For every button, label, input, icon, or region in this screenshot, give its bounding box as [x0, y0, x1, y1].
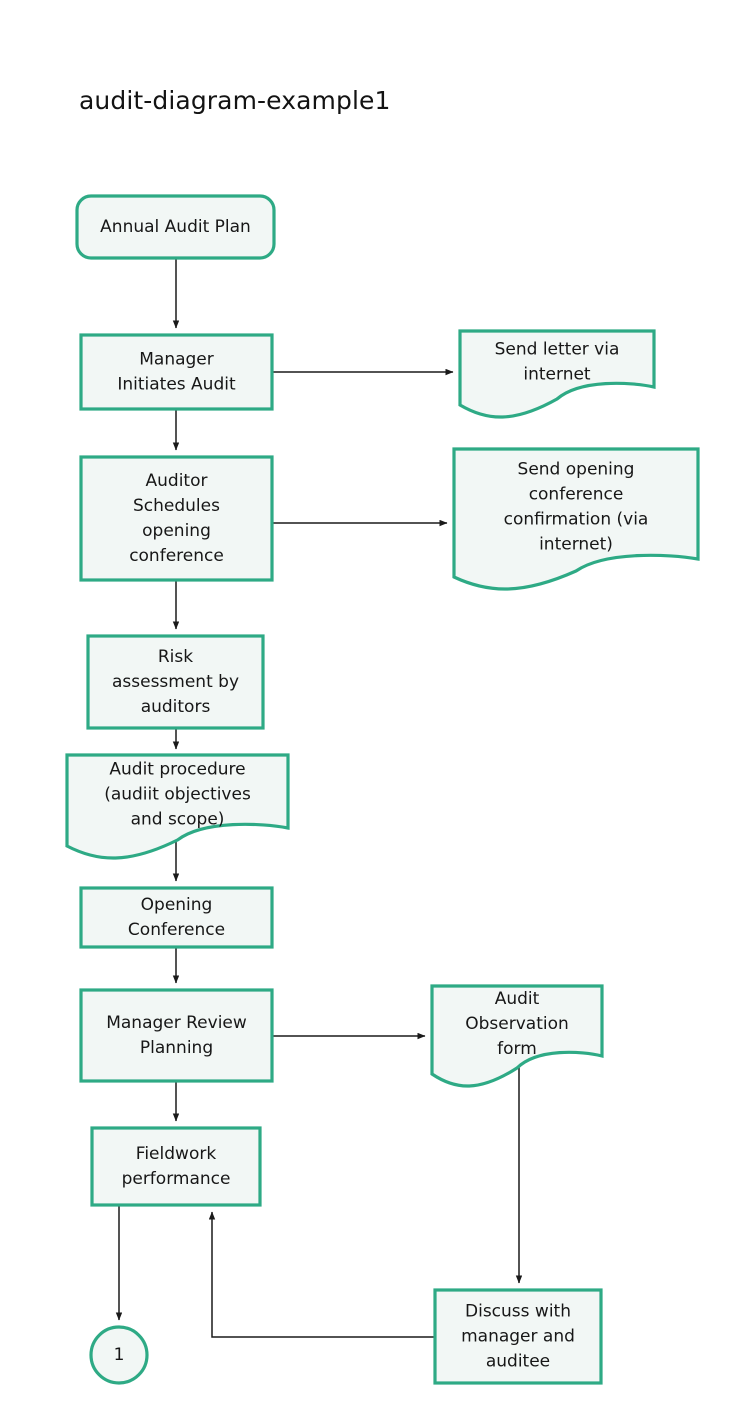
node-label-audit-procedure-line-1: Audit procedure [109, 760, 245, 780]
nodes-layer: Annual Audit Plan Manager Initiates Audit S… [65, 194, 700, 1385]
node-label-audit-observation-form-line-2: Observation [465, 1014, 569, 1034]
node-label-manager-initiates-audit-line-2: Initiates Audit [117, 375, 236, 395]
edge-discuss-with-manager-and-auditee-to-fieldwork-performance [208, 1211, 435, 1338]
node-auditor-schedules-opening-conference[interactable]: Auditor Schedules opening conference [79, 455, 274, 582]
node-label-auditor-schedules-opening-conference-line-3: opening [142, 521, 211, 541]
node-label-fieldwork-performance-line-2: performance [122, 1169, 231, 1189]
node-label-discuss-with-manager-and-auditee-line-1: Discuss with [465, 1302, 571, 1322]
node-label-opening-conference-line-2: Conference [128, 920, 225, 940]
node-label-send-opening-conference-confirmation-line-2: conference [529, 485, 624, 505]
node-shape-rect [79, 333, 274, 411]
node-annual-audit-plan[interactable]: Annual Audit Plan [75, 194, 276, 260]
node-label-discuss-with-manager-and-auditee-line-2: manager and [461, 1327, 575, 1347]
node-label-manager-initiates-audit-line-1: Manager [139, 350, 214, 370]
node-label-discuss-with-manager-and-auditee-line-3: auditee [486, 1352, 550, 1372]
node-label-risk-assessment-by-auditors-line-2: assessment by [112, 672, 239, 692]
node-label-risk-assessment-by-auditors-line-1: Risk [158, 647, 193, 667]
node-audit-procedure[interactable]: Audit procedure (audiit objectives and sco… [65, 753, 290, 860]
node-label-fieldwork-performance-line-1: Fieldwork [136, 1144, 217, 1164]
node-label-auditor-schedules-opening-conference-line-2: Schedules [133, 496, 220, 516]
node-send-letter-via-internet[interactable]: Send letter via internet [458, 329, 656, 419]
node-label-manager-review-planning-line-1: Manager Review [106, 1013, 247, 1033]
node-send-opening-conference-confirmation[interactable]: Send opening conference confirmation (via i… [452, 447, 700, 591]
flowchart-canvas: audit-diagram-example1 Annual Audit Plan… [0, 0, 734, 1423]
node-label-auditor-schedules-opening-conference-line-4: conference [129, 546, 224, 566]
node-discuss-with-manager-and-auditee[interactable]: Discuss with manager and auditee [433, 1288, 603, 1385]
node-label-auditor-schedules-opening-conference-line-1: Auditor [146, 471, 208, 491]
node-manager-review-planning[interactable]: Manager Review Planning [79, 988, 274, 1083]
node-label-send-letter-via-internet-line-2: internet [523, 365, 591, 385]
node-label-send-opening-conference-confirmation-line-3: confirmation (via [504, 510, 649, 530]
node-label-send-opening-conference-confirmation-line-4: internet) [539, 535, 613, 555]
node-label-audit-procedure-line-2: (audiit objectives [104, 785, 251, 805]
node-manager-initiates-audit[interactable]: Manager Initiates Audit [79, 333, 274, 411]
node-label-manager-review-planning-line-2: Planning [140, 1038, 213, 1058]
node-shape-rect [79, 988, 274, 1083]
node-label-send-letter-via-internet-line-1: Send letter via [495, 340, 620, 360]
node-audit-observation-form[interactable]: Audit Observation form [430, 984, 604, 1088]
node-risk-assessment-by-auditors[interactable]: Risk assessment by auditors [86, 634, 265, 730]
node-label-opening-conference-line-1: Opening [141, 895, 213, 915]
node-fieldwork-performance[interactable]: Fieldwork performance [90, 1126, 262, 1207]
node-connector-1[interactable]: 1 [89, 1325, 149, 1385]
node-label-connector-1: 1 [114, 1345, 125, 1365]
node-label-audit-procedure-line-3: and scope) [131, 810, 225, 830]
node-label-audit-observation-form-line-1: Audit [495, 989, 540, 1009]
node-shape-rect [90, 1126, 262, 1207]
node-label-risk-assessment-by-auditors-line-3: auditors [141, 697, 211, 717]
node-label-audit-observation-form-line-3: form [497, 1039, 537, 1059]
node-label-send-opening-conference-confirmation-line-1: Send opening [518, 460, 635, 480]
node-opening-conference[interactable]: Opening Conference [79, 886, 274, 949]
node-label-annual-audit-plan: Annual Audit Plan [100, 217, 251, 237]
flowchart-svg: Annual Audit Plan Manager Initiates Audit S… [65, 194, 700, 1385]
